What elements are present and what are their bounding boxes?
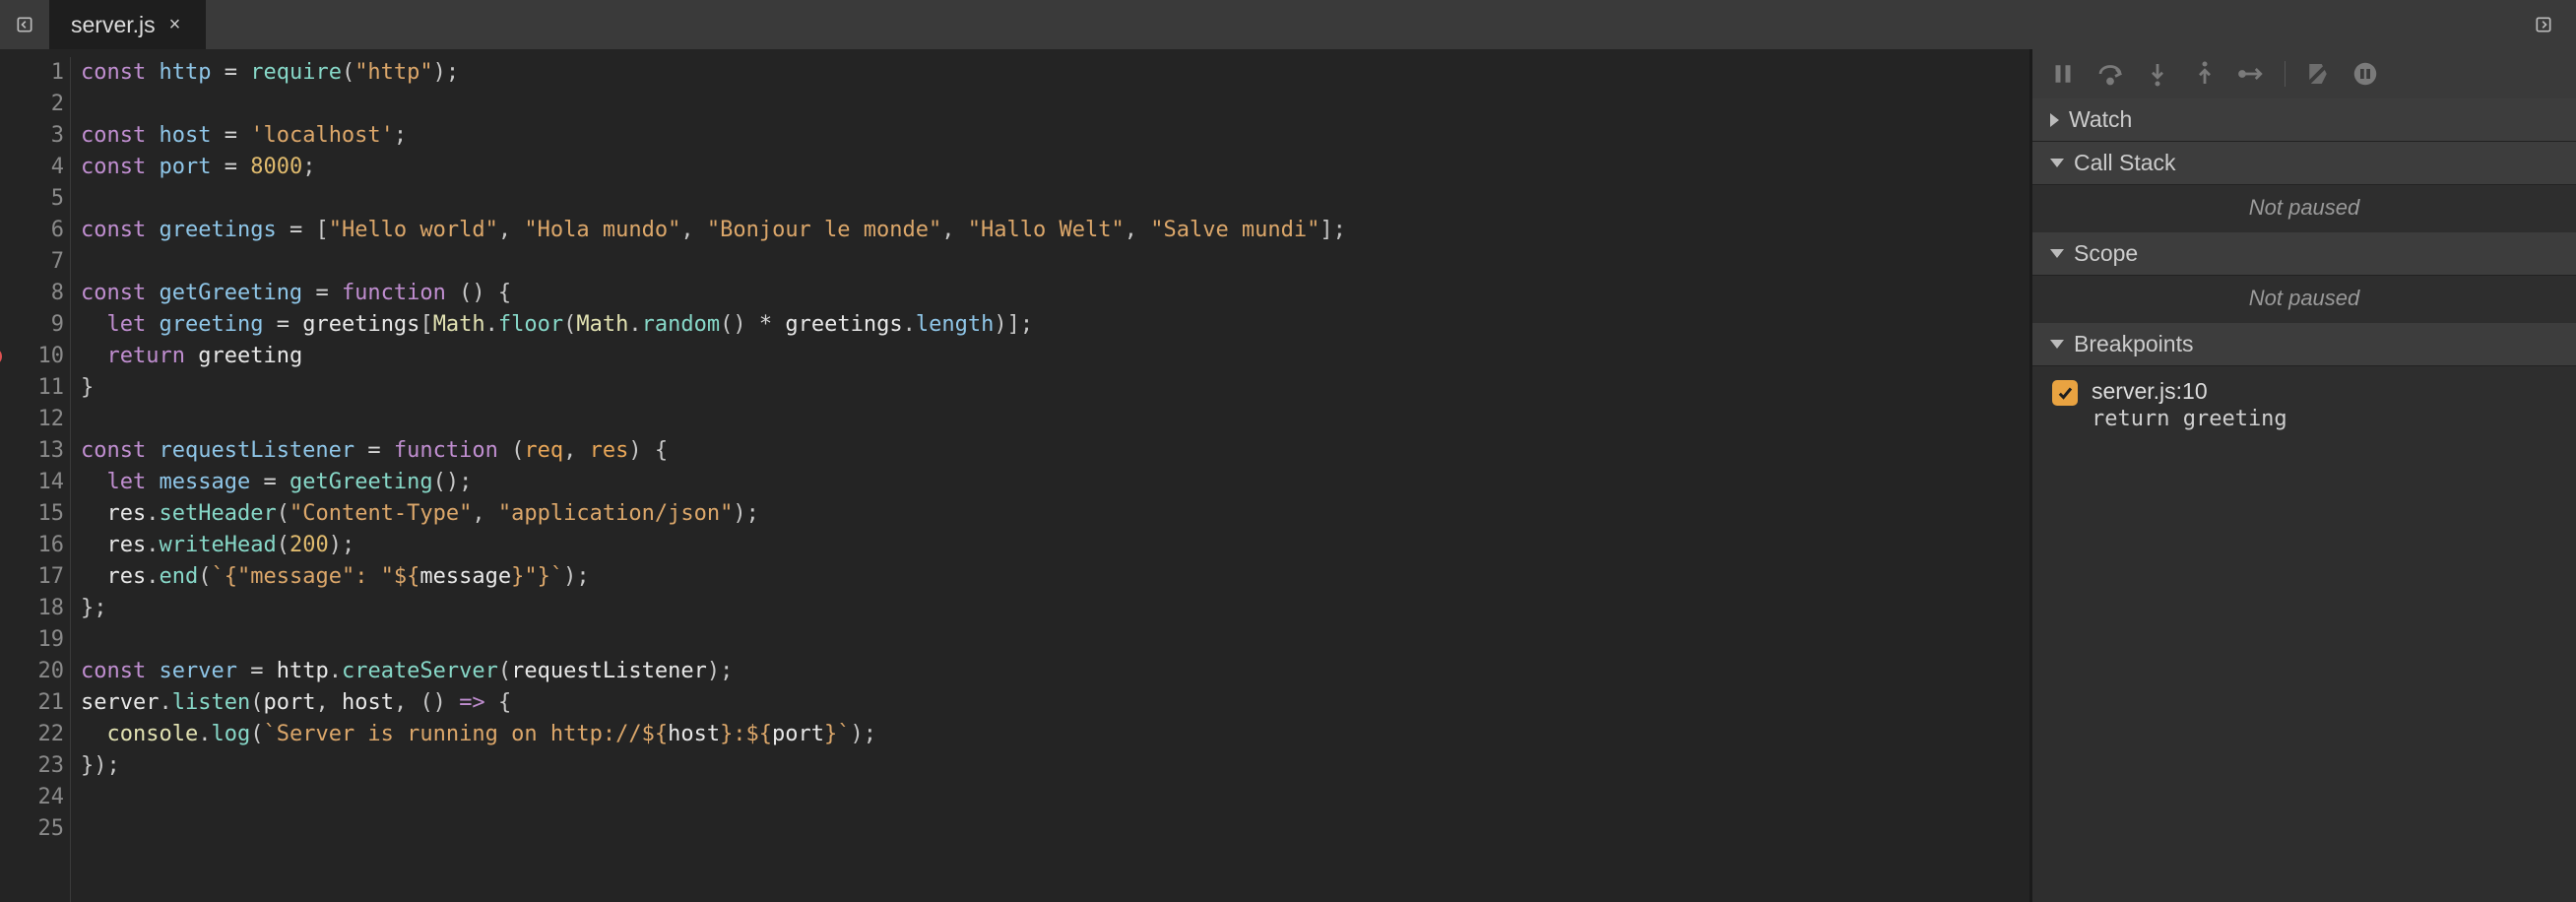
code-line[interactable]: return greeting bbox=[81, 341, 1346, 372]
code-line[interactable] bbox=[81, 813, 1346, 845]
line-number[interactable]: 2 bbox=[14, 89, 64, 120]
code-line[interactable]: const greetings = ["Hello world", "Hola … bbox=[81, 215, 1346, 246]
editor-tabbar: server.js × bbox=[0, 0, 2576, 49]
code-line[interactable]: const host = 'localhost'; bbox=[81, 120, 1346, 152]
step-icon[interactable] bbox=[2237, 59, 2267, 89]
line-number[interactable]: 8 bbox=[14, 278, 64, 309]
line-number[interactable]: 11 bbox=[14, 372, 64, 404]
code-line[interactable] bbox=[81, 183, 1346, 215]
line-number[interactable]: 22 bbox=[14, 719, 64, 750]
debug-panel: Watch Call Stack Not paused Scope Not pa… bbox=[2032, 49, 2576, 902]
line-number[interactable]: 18 bbox=[14, 593, 64, 624]
chevron-right-icon bbox=[2050, 113, 2059, 127]
breakpoints-list: server.js:10 return greeting bbox=[2032, 366, 2576, 443]
line-number[interactable]: 17 bbox=[14, 561, 64, 593]
code-editor[interactable]: 1234567891011121314151617181920212223242… bbox=[0, 49, 2032, 902]
deactivate-breakpoints-icon[interactable] bbox=[2303, 59, 2333, 89]
line-number[interactable]: 12 bbox=[14, 404, 64, 435]
scope-section-header[interactable]: Scope bbox=[2032, 232, 2576, 276]
close-icon[interactable]: × bbox=[169, 15, 181, 34]
callstack-title: Call Stack bbox=[2074, 150, 2176, 176]
breakpoint-location: server.js:10 bbox=[2092, 378, 2287, 405]
line-number[interactable]: 6 bbox=[14, 215, 64, 246]
code-line[interactable]: const server = http.createServer(request… bbox=[81, 656, 1346, 687]
tab-scroll-left-button[interactable] bbox=[0, 0, 49, 49]
line-number[interactable]: 10 bbox=[14, 341, 64, 372]
line-number[interactable]: 25 bbox=[14, 813, 64, 845]
editor-tab-active[interactable]: server.js × bbox=[49, 0, 206, 49]
code-line[interactable]: let message = getGreeting(); bbox=[81, 467, 1346, 498]
code-content[interactable]: const http = require("http"); const host … bbox=[71, 57, 1346, 902]
editor-tab-title: server.js bbox=[71, 14, 156, 36]
watch-title: Watch bbox=[2069, 106, 2132, 133]
breakpoint-checkbox[interactable] bbox=[2052, 380, 2078, 406]
code-line[interactable] bbox=[81, 624, 1346, 656]
pause-icon[interactable] bbox=[2048, 59, 2078, 89]
line-number[interactable]: 21 bbox=[14, 687, 64, 719]
breakpoints-section-header[interactable]: Breakpoints bbox=[2032, 323, 2576, 366]
line-number[interactable]: 24 bbox=[14, 782, 64, 813]
code-line[interactable]: const getGreeting = function () { bbox=[81, 278, 1346, 309]
tab-scroll-right-button[interactable] bbox=[2519, 15, 2568, 34]
scope-status: Not paused bbox=[2032, 276, 2576, 323]
step-over-icon[interactable] bbox=[2095, 59, 2125, 89]
code-line[interactable]: const port = 8000; bbox=[81, 152, 1346, 183]
chevron-down-icon bbox=[2050, 340, 2064, 349]
code-line[interactable]: }; bbox=[81, 593, 1346, 624]
code-line[interactable] bbox=[81, 404, 1346, 435]
line-number[interactable]: 16 bbox=[14, 530, 64, 561]
code-line[interactable]: console.log(`Server is running on http:/… bbox=[81, 719, 1346, 750]
line-number[interactable]: 20 bbox=[14, 656, 64, 687]
code-line[interactable] bbox=[81, 246, 1346, 278]
line-number[interactable]: 1 bbox=[14, 57, 64, 89]
chevron-down-icon bbox=[2050, 159, 2064, 167]
line-number[interactable]: 4 bbox=[14, 152, 64, 183]
line-number[interactable]: 19 bbox=[14, 624, 64, 656]
callstack-status: Not paused bbox=[2032, 185, 2576, 232]
callstack-section-header[interactable]: Call Stack bbox=[2032, 142, 2576, 185]
scope-title: Scope bbox=[2074, 240, 2138, 267]
line-number[interactable]: 13 bbox=[14, 435, 64, 467]
breakpoint-source: return greeting bbox=[2092, 407, 2287, 431]
code-line[interactable]: }); bbox=[81, 750, 1346, 782]
line-number[interactable]: 23 bbox=[14, 750, 64, 782]
line-number[interactable]: 5 bbox=[14, 183, 64, 215]
code-line[interactable]: const requestListener = function (req, r… bbox=[81, 435, 1346, 467]
line-number-gutter[interactable]: 1234567891011121314151617181920212223242… bbox=[14, 57, 71, 902]
breakpoints-title: Breakpoints bbox=[2074, 331, 2193, 357]
line-number[interactable]: 14 bbox=[14, 467, 64, 498]
line-number[interactable]: 3 bbox=[14, 120, 64, 152]
code-line[interactable] bbox=[81, 89, 1346, 120]
code-line[interactable]: res.writeHead(200); bbox=[81, 530, 1346, 561]
pause-exceptions-icon[interactable] bbox=[2351, 59, 2380, 89]
step-into-icon[interactable] bbox=[2143, 59, 2172, 89]
code-line[interactable]: res.end(`{"message": "${message}"}`); bbox=[81, 561, 1346, 593]
breakpoint-item[interactable]: server.js:10 return greeting bbox=[2052, 378, 2556, 431]
watch-section-header[interactable]: Watch bbox=[2032, 98, 2576, 142]
code-line[interactable]: } bbox=[81, 372, 1346, 404]
line-number[interactable]: 15 bbox=[14, 498, 64, 530]
line-number[interactable]: 7 bbox=[14, 246, 64, 278]
chevron-down-icon bbox=[2050, 249, 2064, 258]
step-out-icon[interactable] bbox=[2190, 59, 2220, 89]
debug-toolbar bbox=[2032, 49, 2576, 98]
code-line[interactable]: server.listen(port, host, () => { bbox=[81, 687, 1346, 719]
code-line[interactable]: const http = require("http"); bbox=[81, 57, 1346, 89]
code-line[interactable]: res.setHeader("Content-Type", "applicati… bbox=[81, 498, 1346, 530]
code-line[interactable]: let greeting = greetings[Math.floor(Math… bbox=[81, 309, 1346, 341]
line-number[interactable]: 9 bbox=[14, 309, 64, 341]
code-line[interactable] bbox=[81, 782, 1346, 813]
